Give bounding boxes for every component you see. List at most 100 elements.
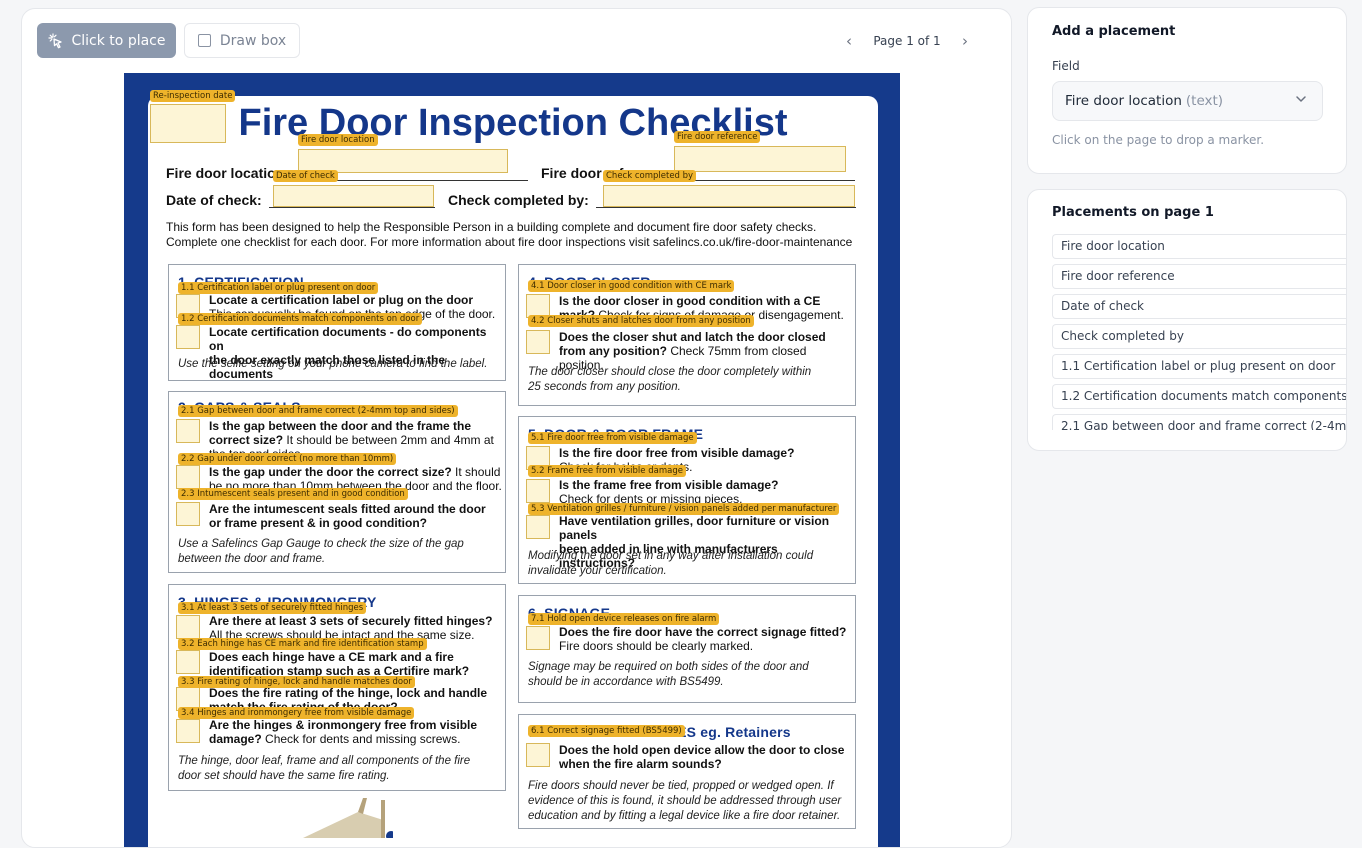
note-line: Modifying the door set in any way after … — [528, 550, 814, 562]
note-line: education and by fitting a legal device … — [528, 810, 841, 822]
chevron-left-icon[interactable]: ‹ — [842, 32, 856, 50]
marker-label: 6.1 Correct signage fitted (BS5499) — [528, 725, 685, 737]
note-line: should be in accordance with BS5499. — [528, 676, 724, 688]
item-5-2: Is the frame free from visible damage? C… — [559, 478, 854, 506]
marker-label: 1.1 Certification label or plug present … — [178, 282, 379, 294]
item-1-2: Locate certification documents - do comp… — [209, 325, 504, 381]
chevron-right-icon[interactable]: › — [958, 32, 972, 50]
placement-item[interactable]: Check completed by — [1052, 324, 1346, 349]
placement-item[interactable]: 1.1 Certification label or plug present … — [1052, 354, 1346, 379]
checkbox-3-1[interactable] — [176, 615, 200, 639]
checkbox-3-2[interactable] — [176, 650, 200, 674]
section-note: Use a Safelincs Gap Gauge to check the s… — [178, 537, 464, 567]
marker-label: Fire door reference — [674, 131, 761, 143]
item-6-1: Does the fire door have the correct sign… — [559, 625, 854, 653]
date-line — [269, 207, 435, 208]
item-question: Locate a certification label or plug on … — [209, 293, 474, 307]
item-question: correct size? — [209, 433, 284, 447]
marker-label: 3.4 Hinges and ironmongery free from vis… — [178, 707, 415, 719]
checkbox-4-2[interactable] — [526, 330, 550, 354]
item-question: Are there at least 3 sets of securely fi… — [209, 614, 493, 628]
document-page[interactable]: Fire Door Inspection Checklist Fire door… — [148, 96, 878, 847]
item-question: Are the intumescent seals fitted around … — [209, 502, 486, 516]
click-to-place-button[interactable]: Click to place — [37, 23, 176, 58]
sparkle-cursor-icon — [47, 32, 62, 48]
marker-label: 7.1 Hold open device releases on fire al… — [528, 613, 720, 625]
section-gaps-seals: 2. GAPS & SEALS Is the gap between the d… — [168, 391, 506, 573]
checkbox-5-3[interactable] — [526, 515, 550, 539]
item-3-4: Are the hinges & ironmongery free from v… — [209, 718, 504, 746]
draw-box-button[interactable]: Draw box — [184, 23, 300, 58]
marker-label: Date of check — [273, 170, 338, 182]
marker-label: Re-inspection date — [150, 90, 236, 102]
checkbox-2-2[interactable] — [176, 465, 200, 489]
placement-item[interactable]: Date of check — [1052, 294, 1346, 319]
marker-label: Fire door location — [298, 134, 378, 146]
reinspection-field[interactable] — [150, 104, 226, 143]
checkbox-3-4[interactable] — [176, 719, 200, 743]
note-line: The door closer should close the door co… — [528, 366, 812, 378]
item-question: when the fire alarm sounds? — [559, 757, 722, 771]
item-question: Does the fire rating of the hinge, lock … — [209, 686, 488, 700]
marker-label: 4.2 Closer shuts and latches door from a… — [528, 315, 754, 327]
marker-label: 3.2 Each hinge has CE mark and fire iden… — [178, 638, 427, 650]
item-question: Are the hinges & ironmongery free from v… — [209, 718, 478, 732]
placements-list[interactable]: Fire door location Fire door reference D… — [1052, 234, 1346, 430]
placement-item[interactable]: Fire door reference — [1052, 264, 1346, 289]
item-question: or frame present & in good condition? — [209, 516, 428, 530]
item-3-2: Does each hinge have a CE mark and a fir… — [209, 650, 504, 678]
section-note: Fire doors should never be tied, propped… — [528, 779, 841, 824]
item-question: Is the door closer in good condition wit… — [559, 294, 821, 308]
section-note: Modifying the door set in any way after … — [528, 549, 813, 579]
checkbox-2-3[interactable] — [176, 502, 200, 526]
item-detail: It should — [451, 465, 501, 479]
checkbox-2-1[interactable] — [176, 419, 200, 443]
marker-label: 1.2 Certification documents match compon… — [178, 313, 423, 325]
checkbox-6-1[interactable] — [526, 626, 550, 650]
placement-item[interactable]: 2.1 Gap between door and frame correct (… — [1052, 414, 1346, 430]
note-line: invalidate your certification. — [528, 565, 667, 577]
item-question: Does the fire door have the correct sign… — [559, 625, 847, 639]
add-placement-title: Add a placement — [1052, 24, 1176, 39]
checkbox-1-2[interactable] — [176, 325, 200, 349]
field-select-type: (text) — [1185, 93, 1224, 109]
chevron-down-icon — [1296, 96, 1306, 102]
note-line: Signage may be required on both sides of… — [528, 661, 809, 673]
intro-line-1: This form has been designed to help the … — [166, 220, 817, 234]
completed-by-line — [596, 207, 856, 208]
checkbox-5-2[interactable] — [526, 479, 550, 503]
note-line: door set should have the same fire ratin… — [178, 770, 390, 782]
checkbox-7-1[interactable] — [526, 743, 550, 767]
note-line: Fire doors should never be tied, propped… — [528, 780, 834, 792]
item-question: Have ventilation grilles, door furniture… — [559, 514, 830, 542]
reference-field[interactable] — [674, 146, 846, 172]
marker-label: Check completed by — [603, 170, 697, 182]
section-note: The hinge, door leaf, frame and all comp… — [178, 754, 470, 784]
item-question: Is the gap between the door and the fram… — [209, 419, 472, 433]
marker-label: 2.3 Intumescent seals present and in goo… — [178, 488, 408, 500]
section-note: Signage may be required on both sides of… — [528, 660, 809, 690]
note-line: between the door and frame. — [178, 553, 326, 565]
section-note: Use the selfie setting on your phone cam… — [178, 358, 488, 370]
field-label: Field — [1052, 59, 1080, 73]
marker-label: 3.1 At least 3 sets of securely fitted h… — [178, 602, 367, 614]
completed-by-label: Check completed by: — [448, 192, 589, 208]
reference-line — [675, 180, 855, 181]
pager: ‹ Page 1 of 1 › — [842, 31, 972, 51]
field-select[interactable]: Fire door location (text) — [1052, 81, 1323, 121]
item-7-1: Does the hold open device allow the door… — [559, 743, 854, 771]
date-field[interactable] — [273, 185, 434, 207]
placement-item[interactable]: 1.2 Certification documents match compon… — [1052, 384, 1346, 409]
note-line: Use a Safelincs Gap Gauge to check the s… — [178, 538, 464, 550]
intro-text: This form has been designed to help the … — [166, 220, 866, 250]
placement-item[interactable]: Fire door location — [1052, 234, 1346, 259]
click-to-place-label: Click to place — [71, 32, 166, 49]
item-detail: Check for dents and missing screws. — [261, 732, 461, 746]
marker-label: 5.3 Ventilation grilles / furniture / vi… — [528, 503, 840, 515]
completed-by-field[interactable] — [603, 185, 855, 207]
item-detail: It should be between 2mm and 4mm at — [283, 433, 494, 447]
note-line: evidence of this is found, it should be … — [528, 795, 842, 807]
location-label: Fire door location: — [166, 165, 289, 181]
placements-title: Placements on page 1 — [1052, 205, 1214, 220]
marker-label: 3.3 Fire rating of hinge, lock and handl… — [178, 676, 415, 688]
